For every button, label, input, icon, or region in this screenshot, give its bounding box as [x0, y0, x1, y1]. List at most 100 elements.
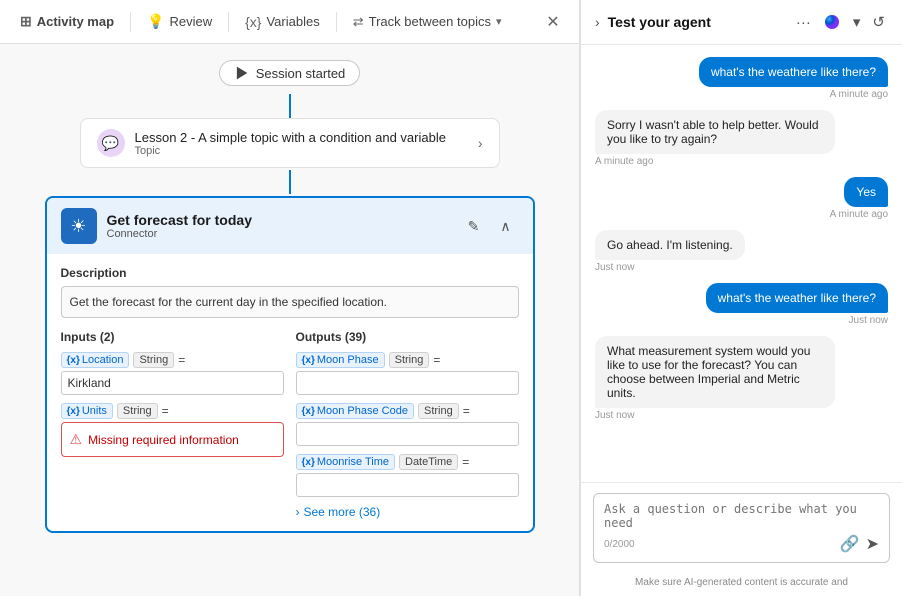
moon-phase-var-tag: {x} Moon Phase: [296, 352, 385, 368]
agent-bubble-2: Sorry I wasn't able to help better. Woul…: [595, 110, 835, 154]
send-button[interactable]: ➤: [866, 534, 879, 554]
chat-action-buttons: 🔗 ➤: [840, 534, 879, 554]
description-text: Get the forecast for the current day in …: [61, 286, 519, 318]
moon-phase-code-var-tag: {x} Moon Phase Code: [296, 403, 414, 419]
chat-header-actions: ··· ▾ ↺: [793, 10, 888, 34]
play-icon: [234, 65, 250, 81]
connector-type: Connector: [107, 228, 252, 240]
session-started-wrapper: Session started: [219, 60, 361, 86]
right-panel: › Test your agent ··· ▾ ↺: [580, 0, 902, 596]
see-more-button[interactable]: › See more (36): [296, 505, 519, 519]
moonrise-label: Moonrise Time: [317, 456, 389, 468]
msg1-time: A minute ago: [830, 89, 888, 100]
close-button[interactable]: ✕: [539, 8, 567, 36]
topic-title: Lesson 2 - A simple topic with a conditi…: [135, 130, 468, 145]
connector-title-info: Get forecast for today Connector: [107, 212, 252, 240]
variables-icon: {x}: [245, 14, 261, 30]
edit-button[interactable]: ✎: [461, 213, 487, 239]
user-message-1: what's the weathere like there? A minute…: [699, 57, 888, 102]
location-var-tag: {x} Location: [61, 352, 130, 368]
msg5-time: Just now: [849, 315, 888, 326]
moon-phase-var-row: {x} Moon Phase String =: [296, 352, 519, 368]
nav-variables[interactable]: {x} Variables: [237, 9, 328, 35]
units-error-box: ⚠ Missing required information: [61, 422, 284, 457]
units-type-badge: String: [117, 403, 158, 419]
agent-bubble-4: Go ahead. I'm listening.: [595, 230, 745, 260]
units-var-tag: {x} Units: [61, 403, 113, 419]
nav-divider-1: [130, 12, 131, 32]
back-arrow[interactable]: ›: [595, 14, 600, 30]
char-count: 0/2000: [604, 539, 635, 550]
topic-icon: 💬: [97, 129, 125, 157]
moonrise-var-row: {x} Moonrise Time DateTime =: [296, 454, 519, 470]
nav-review[interactable]: 💡 Review: [139, 8, 220, 35]
agent-message-2: Sorry I wasn't able to help better. Woul…: [595, 110, 835, 169]
moon-phase-type: String: [389, 352, 430, 368]
refresh-button[interactable]: ↺: [869, 10, 888, 34]
more-options-button[interactable]: ···: [793, 11, 814, 34]
connector-line-2: [289, 170, 291, 194]
chat-disclaimer: Make sure AI-generated content is accura…: [581, 573, 902, 596]
chat-messages: what's the weathere like there? A minute…: [581, 45, 902, 482]
chat-input[interactable]: [604, 502, 879, 530]
moonrise-var-tag: {x} Moonrise Time: [296, 454, 396, 470]
attachment-button[interactable]: 🔗: [840, 534, 860, 554]
location-var-row: {x} Location String =: [61, 352, 284, 368]
description-label: Description: [61, 266, 519, 280]
msg2-time: A minute ago: [595, 156, 653, 167]
io-row: Inputs (2) {x} Location String =: [61, 330, 519, 519]
moon-phase-code-label: Moon Phase Code: [317, 405, 408, 417]
topic-card[interactable]: 💬 Lesson 2 - A simple topic with a condi…: [80, 118, 500, 168]
expand-button[interactable]: ∧: [493, 213, 519, 239]
connector-card: ☀ Get forecast for today Connector ✎ ∧ D…: [45, 196, 535, 533]
agent-message-4: Go ahead. I'm listening. Just now: [595, 230, 745, 275]
track-icon: ⇄: [353, 14, 364, 30]
inputs-section: Inputs (2) {x} Location String =: [61, 330, 284, 519]
agent-bubble-6: What measurement system would you like t…: [595, 336, 835, 408]
error-icon: ⚠: [70, 431, 83, 448]
location-input-field[interactable]: [61, 371, 284, 395]
user-bubble-1: what's the weathere like there?: [699, 57, 888, 87]
left-panel: ⊞ Activity map 💡 Review {x} Variables ⇄ …: [0, 0, 580, 596]
moonrise-type: DateTime: [399, 454, 458, 470]
moonrise-time-item: {x} Moonrise Time DateTime =: [296, 454, 519, 497]
location-input-item: {x} Location String =: [61, 352, 284, 395]
dropdown-button[interactable]: ▾: [850, 10, 864, 34]
top-nav: ⊞ Activity map 💡 Review {x} Variables ⇄ …: [0, 0, 579, 44]
connector-actions: ✎ ∧: [461, 213, 519, 239]
map-icon: ⊞: [20, 13, 32, 30]
nav-divider-2: [228, 12, 229, 32]
topic-subtitle: Topic: [135, 145, 468, 157]
moon-phase-item: {x} Moon Phase String =: [296, 352, 519, 395]
msg3-time: A minute ago: [830, 209, 888, 220]
user-message-5: what's the weather like there? Just now: [706, 283, 888, 328]
outputs-header: Outputs (39): [296, 330, 519, 344]
nav-track-between-topics[interactable]: ⇄ Track between topics ▾: [345, 9, 510, 35]
nav-activity-map[interactable]: ⊞ Activity map: [12, 8, 122, 35]
location-label: Location: [82, 354, 124, 366]
moonrise-input[interactable]: [296, 473, 519, 497]
see-more-chevron: ›: [296, 505, 300, 519]
see-more-label: See more (36): [304, 505, 381, 519]
session-started-button[interactable]: Session started: [219, 60, 361, 86]
moon-phase-code-input[interactable]: [296, 422, 519, 446]
nav-divider-3: [336, 12, 337, 32]
location-type-badge: String: [133, 352, 174, 368]
moon-phase-input[interactable]: [296, 371, 519, 395]
error-text: Missing required information: [88, 433, 239, 447]
units-label: Units: [82, 405, 107, 417]
connector-body: Description Get the forecast for the cur…: [47, 254, 533, 531]
units-equals: =: [162, 404, 169, 418]
chat-input-area: 0/2000 🔗 ➤: [581, 482, 902, 573]
msg4-time: Just now: [595, 262, 634, 273]
moon-phase-code-var-row: {x} Moon Phase Code String =: [296, 403, 519, 419]
agent-message-6: What measurement system would you like t…: [595, 336, 835, 423]
copilot-logo: [820, 10, 844, 34]
outputs-section: Outputs (39) {x} Moon Phase String =: [296, 330, 519, 519]
review-icon: 💡: [147, 13, 164, 30]
msg6-time: Just now: [595, 410, 634, 421]
connector-title: Get forecast for today: [107, 212, 252, 228]
user-message-3: Yes A minute ago: [830, 177, 888, 222]
units-input-item: {x} Units String = ⚠ Missing required in…: [61, 403, 284, 457]
topic-text: Lesson 2 - A simple topic with a conditi…: [135, 130, 468, 157]
